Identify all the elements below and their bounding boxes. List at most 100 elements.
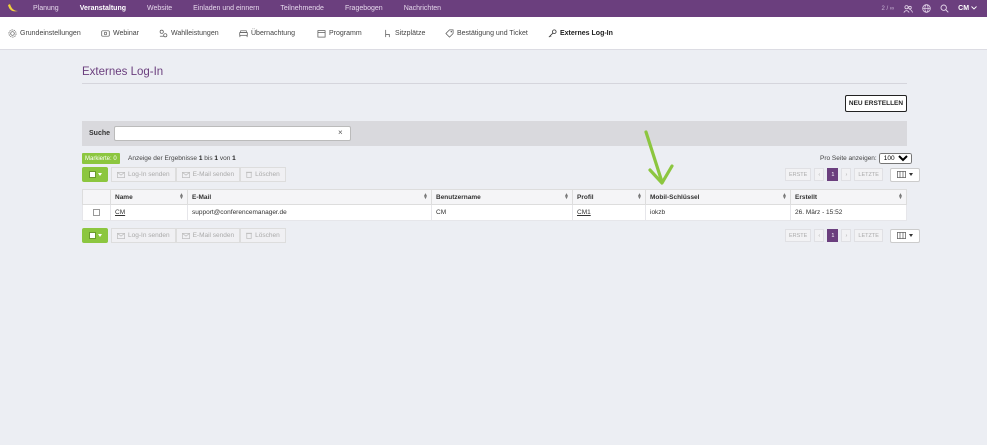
- results-prefix: Anzeige der Ergebnisse: [128, 155, 198, 162]
- external-login-table: Name ▲ ▼ E-Mail ▲ ▼ Benutzername ▲ ▼ Profil ▲ ▼ …: [82, 189, 907, 221]
- send-login-button[interactable]: Log-In senden: [111, 167, 176, 182]
- delete-button[interactable]: Löschen: [240, 228, 286, 243]
- ticket-icon: [445, 29, 454, 38]
- search-input[interactable]: [114, 126, 351, 141]
- results-bis: bis: [204, 155, 213, 162]
- delete-label: Löschen: [255, 232, 280, 239]
- sort-icon: ▲ ▼: [782, 192, 787, 201]
- topnav-item-planung[interactable]: Planung: [33, 5, 59, 12]
- header-email[interactable]: E-Mail ▲ ▼: [187, 189, 432, 205]
- subnav-item-uebernachtung[interactable]: Übernachtung: [239, 17, 295, 50]
- next-page-button[interactable]: ›: [841, 168, 852, 181]
- topnav-item-veranstaltung[interactable]: Veranstaltung: [80, 5, 126, 12]
- header-username-label: Benutzername: [436, 193, 481, 201]
- send-login-button[interactable]: Log-In senden: [111, 228, 176, 243]
- results-from: 1: [198, 155, 203, 162]
- bulk-toolbar-bottom: Log-In senden E-Mail senden Löschen: [82, 228, 286, 243]
- current-page-button[interactable]: 1: [827, 168, 839, 181]
- per-page-label: Pro Seite anzeigen:: [820, 155, 877, 162]
- envelope-icon: [117, 232, 125, 239]
- topnav-item-teilnehmende[interactable]: Teilnehmende: [280, 5, 324, 12]
- results-summary: Anzeige der Ergebnisse 1 bis 1 von 1: [128, 155, 236, 162]
- results-to: 1: [214, 155, 219, 162]
- user-initials: CM: [958, 5, 970, 12]
- trash-icon: [246, 232, 253, 239]
- subnav-label: Bestätigung und Ticket: [457, 30, 528, 37]
- prev-page-button[interactable]: ‹: [814, 229, 825, 242]
- user-menu[interactable]: CM: [958, 5, 977, 12]
- send-email-button[interactable]: E-Mail senden: [175, 228, 241, 243]
- search-bar: Suche ×: [82, 121, 907, 146]
- send-email-label: E-Mail senden: [192, 232, 235, 239]
- trash-icon: [246, 171, 253, 178]
- header-name[interactable]: Name ▲ ▼: [110, 189, 188, 205]
- topnav-item-website[interactable]: Website: [147, 5, 172, 12]
- subnav-item-grundeinstellungen[interactable]: Grundeinstellungen: [8, 17, 81, 50]
- envelope-icon: [117, 171, 125, 178]
- clear-search-icon[interactable]: ×: [338, 128, 343, 137]
- subnav-item-wahlleistungen[interactable]: Wahlleistungen: [159, 17, 219, 50]
- subnav-item-bestaetigung[interactable]: Bestätigung und Ticket: [445, 17, 528, 50]
- sort-icon: ▲ ▼: [637, 192, 642, 201]
- select-all-checkbox: [88, 171, 96, 178]
- prev-page-button[interactable]: ‹: [814, 168, 825, 181]
- header-mobile-key[interactable]: Mobil-Schlüssel ▲ ▼: [645, 189, 791, 205]
- top-navigation-bar: Planung Veranstaltung Website Einladen u…: [0, 0, 987, 17]
- send-login-label: Log-In senden: [128, 232, 170, 239]
- pagination-bottom: ERSTE ‹ 1 › LETZTE: [785, 228, 920, 243]
- bulk-toolbar-top: Log-In senden E-Mail senden Löschen: [82, 167, 286, 182]
- column-selector[interactable]: [889, 228, 920, 243]
- key-icon: [548, 29, 557, 38]
- subnav-item-webinar[interactable]: Webinar: [101, 17, 139, 50]
- header-created[interactable]: Erstellt ▲ ▼: [790, 189, 907, 205]
- per-page-select[interactable]: 100: [878, 153, 912, 164]
- topnav-item-nachrichten[interactable]: Nachrichten: [404, 5, 441, 12]
- cell-profile: CM1: [572, 204, 646, 221]
- header-profile-label: Profil: [577, 193, 594, 201]
- column-selector[interactable]: [889, 167, 920, 182]
- banana-logo-icon[interactable]: [6, 2, 20, 14]
- header-profile[interactable]: Profil ▲ ▼: [572, 189, 646, 205]
- search-label: Suche: [89, 130, 111, 137]
- users-icon[interactable]: [903, 4, 914, 13]
- new-create-button[interactable]: NEU ERSTELLEN: [845, 95, 907, 112]
- next-page-button[interactable]: ›: [841, 229, 852, 242]
- results-total: 1: [232, 155, 236, 162]
- first-page-button[interactable]: ERSTE: [785, 229, 812, 242]
- globe-icon[interactable]: [922, 4, 931, 13]
- calendar-icon: [317, 30, 326, 38]
- row-checkbox[interactable]: [93, 209, 100, 216]
- subnav-label: Übernachtung: [251, 30, 295, 37]
- current-page-button[interactable]: 1: [827, 229, 839, 242]
- select-all-dropdown[interactable]: [82, 228, 108, 243]
- name-link[interactable]: CM: [115, 209, 125, 216]
- first-page-button[interactable]: ERSTE: [785, 168, 812, 181]
- subnav-item-programm[interactable]: Programm: [317, 17, 362, 50]
- profile-link[interactable]: CM1: [577, 209, 591, 216]
- table-row[interactable]: CM support@conferencemanager.de CM CM1 i…: [82, 204, 907, 221]
- subnav-label: Wahlleistungen: [171, 30, 219, 37]
- last-page-button[interactable]: LETZTE: [854, 168, 883, 181]
- envelope-icon: [181, 232, 190, 239]
- select-all-dropdown[interactable]: [82, 167, 108, 182]
- subnav-item-sitzplaetze[interactable]: Sitzplätze: [383, 17, 425, 50]
- topnav-item-einladen[interactable]: Einladen und einnern: [193, 5, 259, 12]
- columns-icon: [896, 171, 906, 178]
- results-von: von: [219, 155, 231, 162]
- subnav-label: Programm: [329, 30, 362, 37]
- subnav-label: Sitzplätze: [395, 30, 426, 37]
- subnav-item-externes-login[interactable]: Externes Log-In: [548, 17, 613, 50]
- header-username[interactable]: Benutzername ▲ ▼: [431, 189, 573, 205]
- header-email-label: E-Mail: [192, 193, 212, 201]
- delete-label: Löschen: [255, 171, 280, 178]
- bed-icon: [239, 30, 248, 38]
- delete-button[interactable]: Löschen: [240, 167, 286, 182]
- sort-icon: ▲ ▼: [423, 192, 428, 201]
- send-email-button[interactable]: E-Mail senden: [175, 167, 241, 182]
- participant-count: 2 / ∞: [881, 5, 895, 12]
- search-icon[interactable]: [940, 4, 949, 13]
- caret-down-icon: [97, 173, 102, 176]
- topnav-item-fragebogen[interactable]: Fragebogen: [345, 5, 383, 12]
- row-checkbox-cell: [82, 204, 111, 221]
- last-page-button[interactable]: LETZTE: [854, 229, 883, 242]
